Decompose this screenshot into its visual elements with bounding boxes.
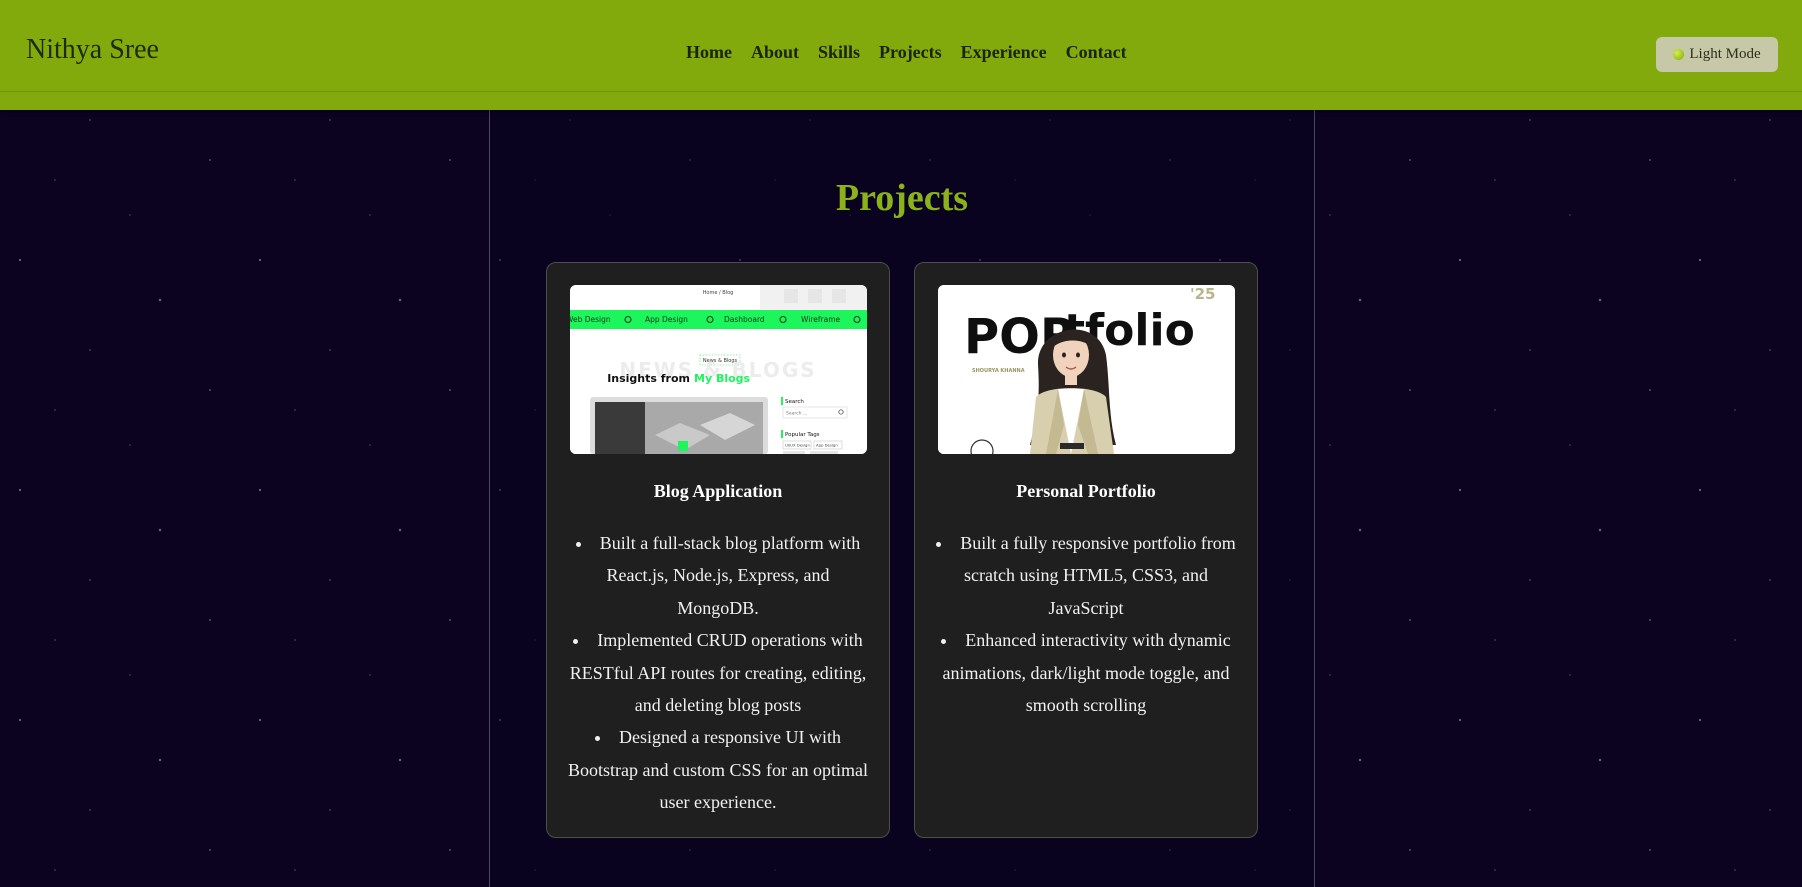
thumb-headline: Insights from [607,372,690,385]
project-card-portfolio: POR tfolio '25 SHOURYA KHANNA Personal P… [914,262,1258,838]
project-bullet: Implemented CRUD operations with RESTful… [567,624,869,721]
project-bullet: Enhanced interactivity with dynamic anim… [935,624,1237,721]
project-bullet: Built a full-stack blog platform with Re… [567,527,869,624]
thumb-search-placeholder: Search ... [786,411,807,417]
portfolio-project-thumbnail[interactable]: POR tfolio '25 SHOURYA KHANNA [938,285,1235,454]
thumb-portfolio-name: SHOURYA KHANNA [972,368,1025,374]
brand-name[interactable]: Nithya Sree [26,34,159,66]
thumb-headline-accent: My Blogs [694,372,751,385]
thumb-popular-tags-heading: Popular Tags [785,432,820,438]
nav-about[interactable]: About [751,42,799,63]
light-mode-toggle-button[interactable]: Light Mode [1656,37,1778,72]
thumb-popular-tag-2: App Design [816,443,838,448]
project-bullets-blog: Built a full-stack blog platform with Re… [567,527,869,819]
nav-skills[interactable]: Skills [818,42,860,63]
thumb-tag-wireframe: Wireframe [801,315,840,324]
thumb-tag-app-design: App Design [645,315,688,324]
light-bulb-icon [1673,49,1685,60]
light-mode-label: Light Mode [1689,46,1761,62]
nav-projects[interactable]: Projects [879,42,942,63]
blog-project-thumbnail[interactable]: Home / Blog Web Design App Design Dashbo… [570,285,867,454]
nav-experience[interactable]: Experience [961,42,1047,63]
project-bullet: Built a fully responsive portfolio from … [935,527,1237,624]
project-card-blog: Home / Blog Web Design App Design Dashbo… [546,262,890,838]
main-nav: Home About Skills Projects Experience Co… [686,42,1127,63]
project-title-portfolio: Personal Portfolio [1016,481,1156,501]
nav-contact[interactable]: Contact [1066,42,1127,63]
thumb-popular-tag-1: UI/UX Design [785,443,810,448]
thumb-search-heading: Search [785,399,804,405]
site-header: Nithya Sree Home About Skills Projects E… [0,0,1802,110]
thumb-breadcrumb: Home / Blog [703,290,734,296]
project-bullet: Designed a responsive UI with Bootstrap … [567,721,869,818]
thumb-tag-web-design: Web Design [570,315,611,324]
nav-home[interactable]: Home [686,42,732,63]
thumb-portfolio-year: '25 [1190,285,1215,303]
projects-section-title: Projects [835,177,969,219]
project-bullets-portfolio: Built a fully responsive portfolio from … [935,527,1237,721]
thumb-tag-dashboard: Dashboard [724,315,765,324]
project-title-blog: Blog Application [653,481,783,501]
portfolio-avatar-illustration [1030,329,1116,454]
